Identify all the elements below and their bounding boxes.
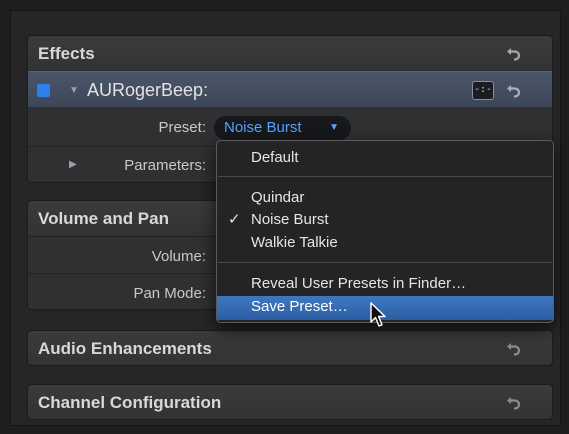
channel-configuration-header[interactable]: Channel Configuration: [28, 385, 552, 419]
reset-icon[interactable]: [506, 82, 522, 98]
effect-row-header[interactable]: ▼ AURogerBeep: -:-: [28, 71, 552, 108]
menu-item-label: Default: [251, 149, 299, 166]
menu-item-label: Reveal User Presets in Finder…: [251, 275, 467, 292]
plugin-window-button[interactable]: -:-: [472, 81, 494, 100]
volume-label: Volume:: [151, 248, 206, 265]
pan-mode-label: Pan Mode:: [133, 285, 206, 302]
menu-item-default[interactable]: Default: [217, 147, 553, 169]
checkmark-icon: ✓: [228, 211, 241, 228]
menu-item-walkie-talkie[interactable]: Walkie Talkie: [217, 232, 553, 254]
audio-enhancements-header[interactable]: Audio Enhancements: [28, 331, 552, 365]
effect-enable-checkbox[interactable]: [37, 84, 50, 97]
chevron-down-icon: ▼: [329, 122, 339, 133]
channel-configuration-section[interactable]: Channel Configuration: [27, 384, 553, 420]
section-title: Effects: [38, 44, 95, 63]
reset-icon[interactable]: [506, 45, 522, 61]
menu-item-label: Quindar: [251, 189, 305, 206]
menu-separator: [218, 176, 552, 177]
menu-item-label: Noise Burst: [251, 211, 329, 228]
menu-item-quindar[interactable]: Quindar: [217, 187, 553, 209]
effect-name: AURogerBeep:: [87, 80, 209, 100]
preset-label: Preset:: [158, 119, 206, 136]
menu-item-label: Save Preset…: [251, 298, 348, 315]
effects-header[interactable]: Effects: [28, 36, 552, 70]
mouse-pointer-icon: [370, 302, 388, 333]
preset-menu: Default Quindar ✓ Noise Burst Walkie Tal…: [216, 140, 554, 323]
disclosure-triangle-down-icon[interactable]: ▼: [69, 85, 79, 96]
reset-icon[interactable]: [506, 394, 522, 410]
preset-popup-value: Noise Burst: [224, 119, 302, 136]
parameters-label: Parameters:: [124, 157, 206, 174]
section-title: Channel Configuration: [38, 393, 222, 412]
preset-popup[interactable]: Noise Burst ▼: [214, 116, 351, 140]
menu-item-noise-burst[interactable]: ✓ Noise Burst: [217, 209, 553, 231]
reset-icon[interactable]: [506, 340, 522, 356]
menu-item-label: Walkie Talkie: [251, 234, 338, 251]
section-title: Audio Enhancements: [38, 339, 212, 358]
disclosure-triangle-right-icon[interactable]: ▶: [69, 159, 77, 170]
menu-item-reveal-user-presets[interactable]: Reveal User Presets in Finder…: [217, 273, 553, 295]
audio-enhancements-section[interactable]: Audio Enhancements: [27, 330, 553, 366]
section-title: Volume and Pan: [38, 209, 169, 228]
menu-separator: [218, 262, 552, 263]
